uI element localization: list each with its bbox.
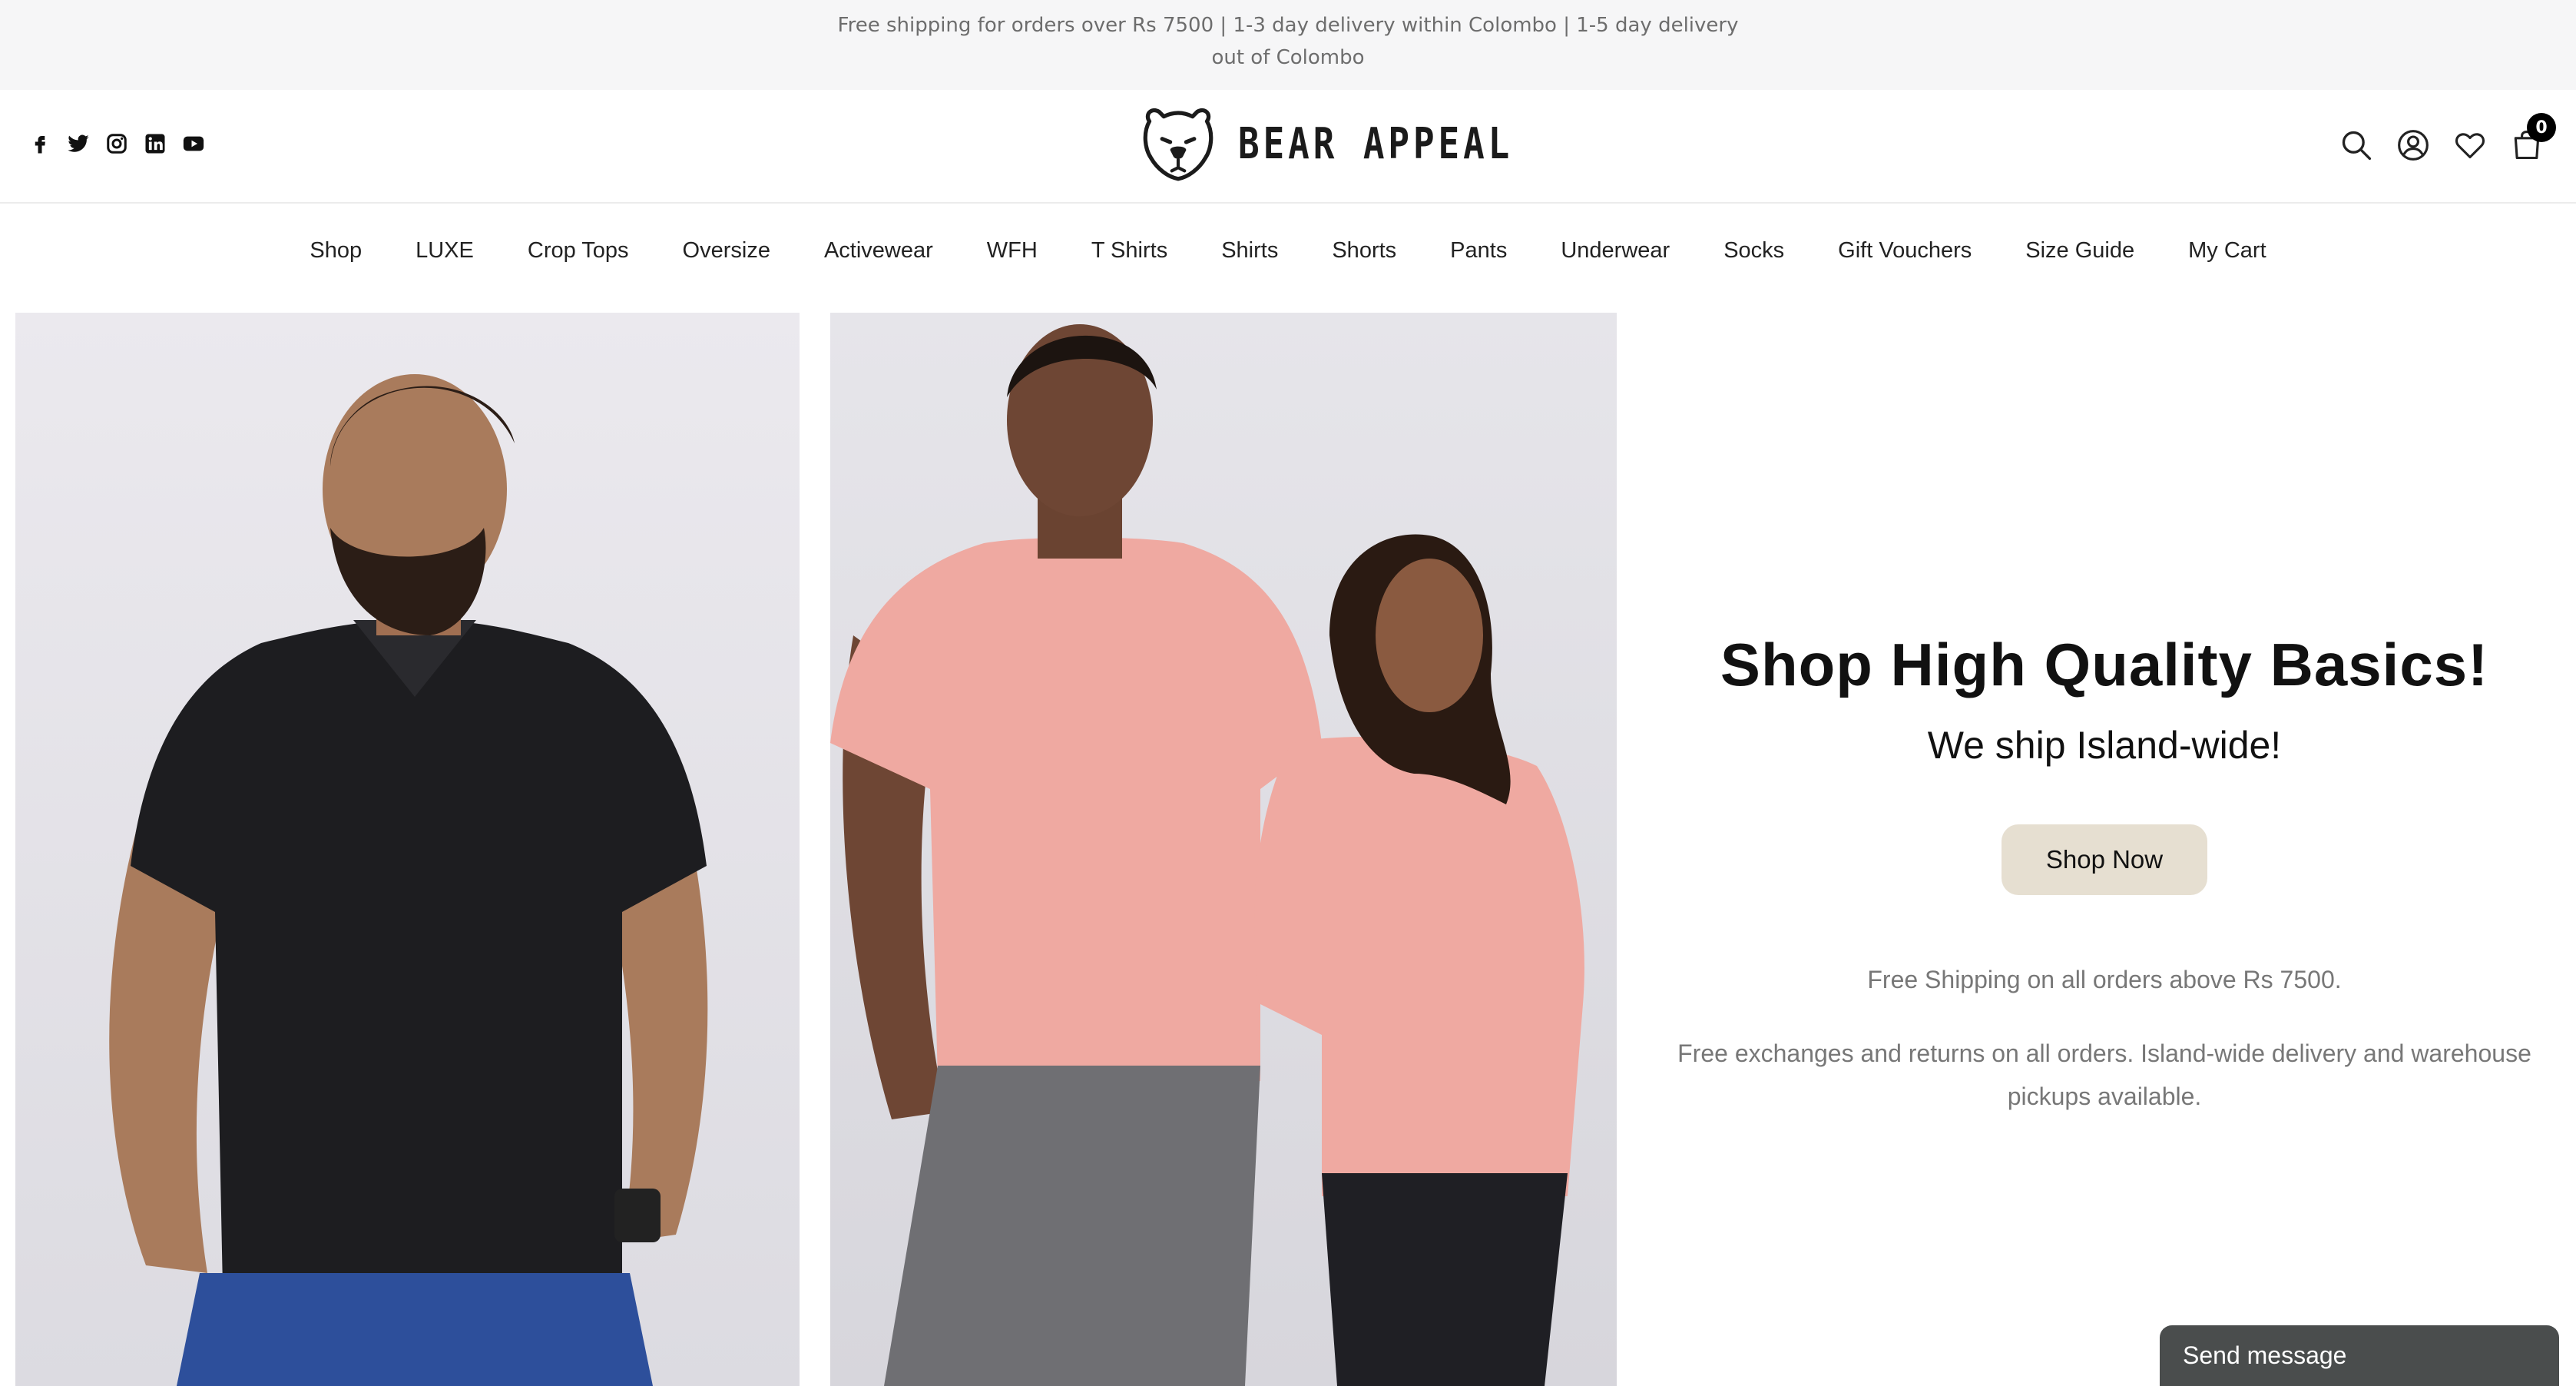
promo-headline: Shop High Quality Basics!: [1720, 631, 2489, 698]
hero-image-black-polo[interactable]: [15, 313, 800, 1386]
nav-item-oversize[interactable]: Oversize: [656, 238, 797, 264]
promo-subheadline: We ship Island-wide!: [1927, 724, 2282, 767]
wishlist-icon[interactable]: [2452, 127, 2488, 164]
bear-logo-icon: [1143, 108, 1214, 181]
promo-returns-line-2: pickups available.: [2007, 1083, 2202, 1110]
nav-item-gift-vouchers[interactable]: Gift Vouchers: [1811, 238, 1998, 264]
nav-item-socks[interactable]: Socks: [1697, 238, 1811, 264]
announcement-line-1: Free shipping for orders over Rs 7500 | …: [837, 14, 1739, 37]
announcement-bar: Free shipping for orders over Rs 7500 | …: [0, 0, 2576, 90]
instagram-icon[interactable]: [104, 131, 129, 156]
announcement-line-2: out of Colombo: [1211, 46, 1365, 69]
logo-text: BEAR APPEAL: [1238, 118, 1514, 169]
brand-logo[interactable]: BEAR APPEAL: [1138, 104, 1574, 184]
promo-shipping-text: Free Shipping on all orders above Rs 750…: [1867, 966, 2342, 993]
hero-image-pink-tees[interactable]: [830, 313, 1617, 1386]
model-illustration: [109, 374, 708, 1386]
twitter-icon[interactable]: [66, 131, 91, 156]
promo-returns-line-1: Free exchanges and returns on all orders…: [1677, 1040, 2531, 1067]
promo-panel: Shop High Quality Basics! We ship Island…: [1644, 630, 2565, 1118]
shop-now-button[interactable]: Shop Now: [2002, 824, 2207, 895]
nav-item-size-guide[interactable]: Size Guide: [1998, 238, 2161, 264]
social-links: [28, 131, 206, 156]
promo-returns-text: Free exchanges and returns on all orders…: [1644, 1032, 2565, 1118]
send-message-widget[interactable]: Send message: [2160, 1325, 2559, 1386]
nav-item-shorts[interactable]: Shorts: [1305, 238, 1423, 264]
nav-item-pants[interactable]: Pants: [1423, 238, 1534, 264]
youtube-icon[interactable]: [181, 131, 206, 156]
nav-item-activewear[interactable]: Activewear: [797, 238, 960, 264]
main-nav: Shop LUXE Crop Tops Oversize Activewear …: [0, 204, 2576, 297]
account-icon[interactable]: [2395, 127, 2432, 164]
nav-item-wfh[interactable]: WFH: [960, 238, 1065, 264]
nav-item-shop[interactable]: Shop: [283, 238, 389, 264]
cart-count-badge: 0: [2527, 113, 2556, 142]
models-illustration: [830, 324, 1584, 1386]
nav-item-luxe[interactable]: LUXE: [389, 238, 501, 264]
search-icon[interactable]: [2338, 127, 2375, 164]
nav-item-shirts[interactable]: Shirts: [1194, 238, 1305, 264]
nav-item-my-cart[interactable]: My Cart: [2161, 238, 2293, 264]
linkedin-icon[interactable]: [143, 131, 167, 156]
nav-item-t-shirts[interactable]: T Shirts: [1065, 238, 1194, 264]
nav-item-crop-tops[interactable]: Crop Tops: [501, 238, 656, 264]
facebook-icon[interactable]: [28, 131, 52, 156]
cart-icon[interactable]: 0: [2508, 113, 2556, 164]
nav-item-underwear[interactable]: Underwear: [1534, 238, 1697, 264]
site-header: BEAR APPEAL 0: [0, 90, 2576, 204]
header-tools: 0: [2338, 113, 2556, 164]
